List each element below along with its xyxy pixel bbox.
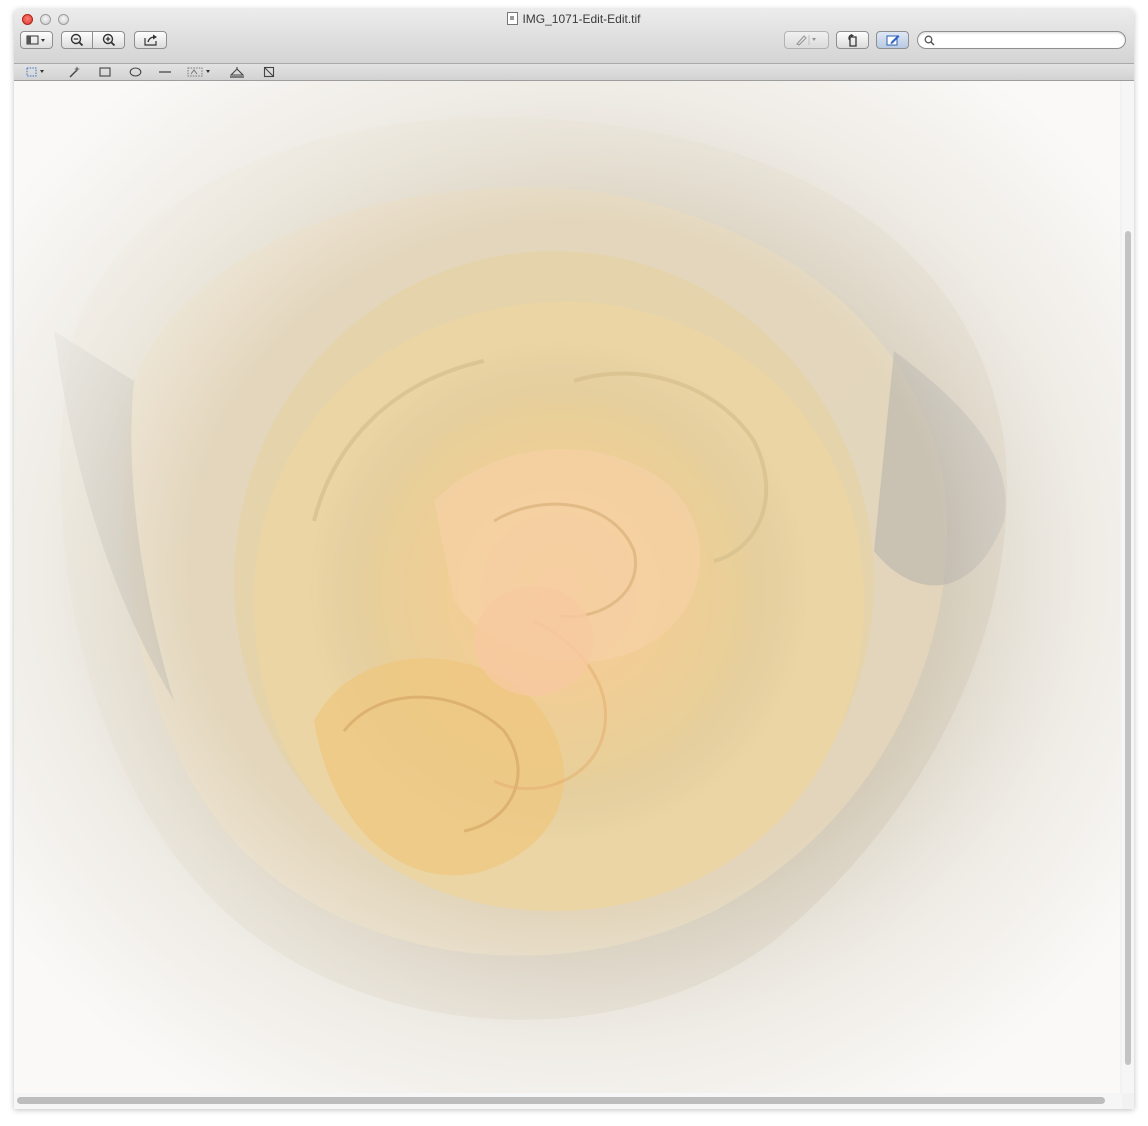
sidebar-view-icon	[26, 35, 45, 45]
selection-tool[interactable]	[24, 65, 50, 79]
document-icon[interactable]	[507, 12, 519, 25]
pen-icon	[795, 35, 816, 46]
share-icon	[143, 34, 157, 46]
horizontal-scrollbar[interactable]	[14, 1093, 1122, 1109]
crop-tool[interactable]	[262, 65, 276, 79]
search-field[interactable]	[917, 31, 1126, 49]
window-title: IMG_1071-Edit-Edit.tif	[14, 12, 1134, 26]
oval-icon	[129, 67, 141, 77]
window-title-text: IMG_1071-Edit-Edit.tif	[522, 12, 641, 26]
zoom-in-icon	[102, 33, 115, 47]
zoom-in-button[interactable]	[93, 31, 125, 49]
rectangle-tool[interactable]	[98, 65, 112, 79]
adjust-color-tool[interactable]	[186, 65, 216, 79]
vertical-scrollbar[interactable]	[1122, 81, 1134, 1093]
edit-toolbar	[14, 64, 1134, 81]
search-input[interactable]	[938, 33, 1122, 49]
zoom-out-button[interactable]	[61, 31, 93, 49]
edit-icon	[886, 35, 899, 46]
rotate-icon	[847, 33, 857, 47]
view-menu-button[interactable]	[20, 31, 53, 49]
search-icon	[924, 35, 935, 46]
crop-icon	[263, 66, 275, 78]
instant-alpha-icon	[69, 66, 80, 78]
zoom-out-icon	[70, 33, 84, 47]
preview-window: IMG_1071-Edit-Edit.tif	[14, 9, 1134, 1109]
vertical-scroll-thumb[interactable]	[1125, 231, 1131, 1065]
show-edit-toolbar-button[interactable]	[876, 31, 909, 49]
line-icon	[159, 71, 171, 73]
horizontal-scroll-thumb[interactable]	[17, 1097, 1105, 1104]
rose-photo	[14, 81, 1120, 1093]
instant-alpha-tool[interactable]	[66, 65, 82, 79]
rectangle-icon	[99, 67, 111, 77]
annotate-button[interactable]	[784, 31, 829, 49]
adjust-color-icon	[187, 67, 210, 77]
adjust-size-tool[interactable]	[228, 65, 246, 79]
oval-tool[interactable]	[128, 65, 142, 79]
share-button[interactable]	[134, 31, 167, 49]
image-canvas[interactable]	[14, 81, 1120, 1093]
selection-icon	[26, 67, 44, 77]
rotate-button[interactable]	[836, 31, 869, 49]
line-tool[interactable]	[158, 65, 172, 79]
adjust-size-icon	[229, 67, 245, 78]
title-bar: IMG_1071-Edit-Edit.tif	[14, 9, 1134, 64]
